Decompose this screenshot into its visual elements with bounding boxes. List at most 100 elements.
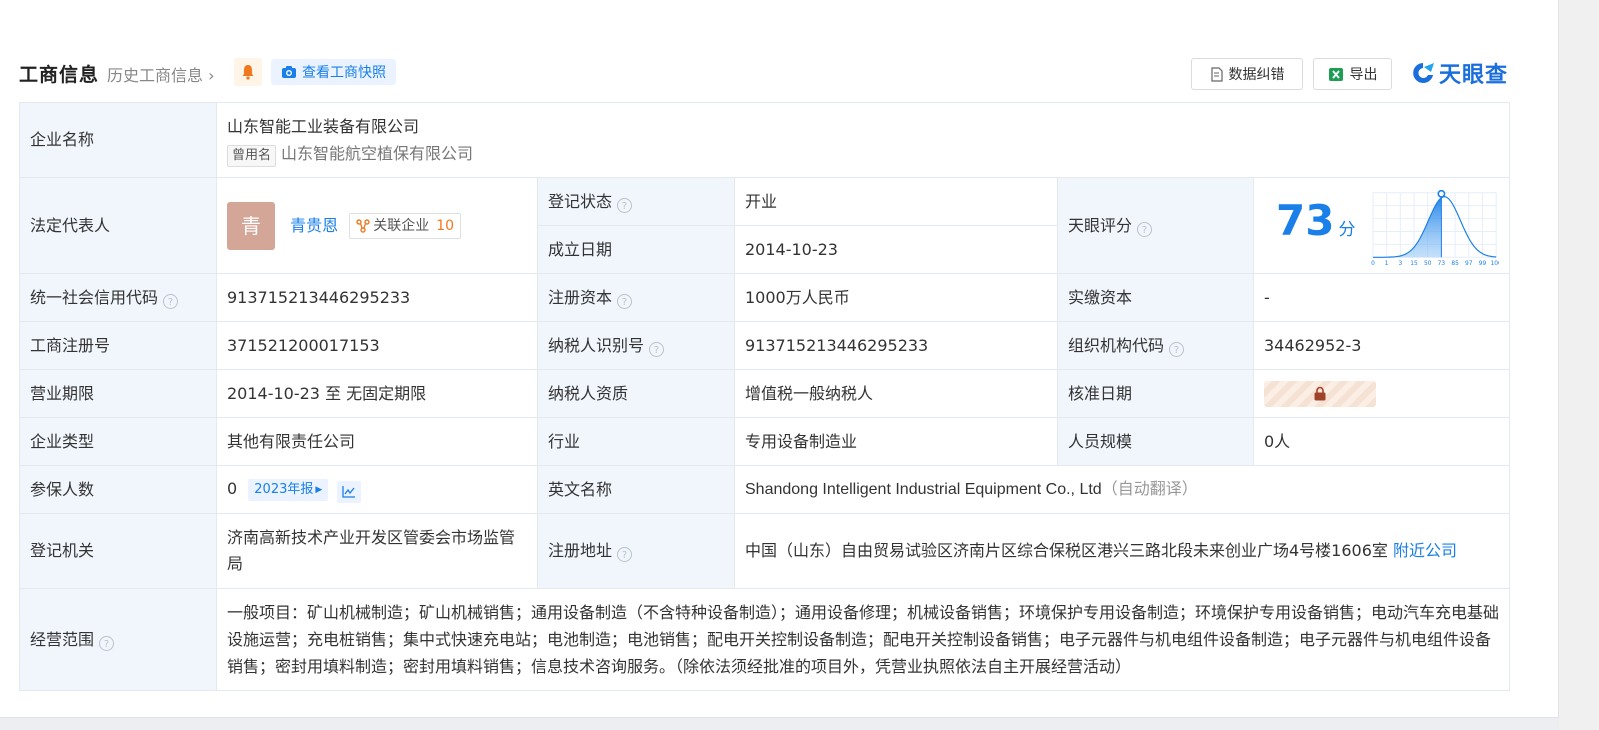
company-name-label: 企业名称: [19, 102, 217, 178]
industry-label: 行业: [537, 417, 735, 466]
chart-tick-label: 3: [1398, 261, 1402, 267]
chart-tick-label: 73: [1438, 261, 1446, 267]
org-code-label-cell: 组织机构代码?: [1057, 321, 1254, 370]
data-correction-label: 数据纠错: [1228, 67, 1285, 83]
reg-capital-label: 注册资本: [548, 287, 613, 307]
document-edit-icon: [1210, 66, 1223, 82]
reg-status-label-cell: 登记状态?: [537, 177, 735, 226]
score-display: 73 分: [1264, 200, 1370, 243]
help-icon[interactable]: ?: [1169, 341, 1185, 357]
address-cell: 中国（山东）自由贸易试验区济南片区综合保税区港兴三路北段未来创业广场4号楼160…: [734, 513, 1510, 589]
scrollbar-track[interactable]: [1558, 0, 1599, 730]
history-link-label: 历史工商信息: [107, 66, 204, 85]
score-cell: 73分 013155073859799100: [1253, 177, 1510, 274]
trend-chart-icon[interactable]: [337, 480, 362, 503]
table-row: 经营范围? 一般项目：矿山机械制造；矿山机械销售；通用设备制造（不含特种设备制造…: [19, 588, 1510, 691]
address-label-cell: 注册地址?: [537, 513, 735, 589]
former-name: 山东智能航空植保有限公司: [281, 143, 474, 163]
help-icon[interactable]: ?: [1137, 221, 1153, 237]
help-icon[interactable]: ?: [163, 293, 179, 309]
insured-cell: 0 2023年报 ▶: [216, 465, 538, 514]
table-row: 参保人数 0 2023年报 ▶ 英文名称 Shandong Intelligent…: [19, 465, 1510, 514]
approval-date-locked[interactable]: [1264, 380, 1376, 407]
table-row: 法定代表人 青 青贵恩 关联企业 10 登记状态? 开业 天眼评分? 73 分 01…: [19, 177, 1510, 274]
chart-marker: [1437, 189, 1446, 198]
address-value: 中国（山东）自由贸易试验区济南片区综合保税区港兴三路北段未来创业广场4号楼160…: [745, 541, 1388, 560]
related-count: 10: [436, 217, 455, 234]
credit-code: 913715213446295233: [216, 273, 538, 322]
tianyancha-logo: 天眼查: [1410, 59, 1508, 88]
help-icon[interactable]: ?: [617, 293, 633, 309]
help-icon[interactable]: ?: [617, 547, 633, 562]
nearby-companies-link[interactable]: 附近公司: [1393, 541, 1457, 560]
approval-date-cell: [1253, 369, 1510, 418]
bell-icon[interactable]: [234, 58, 262, 86]
snapshot-button[interactable]: 查看工商快照: [271, 59, 396, 85]
authority-label: 登记机关: [19, 513, 217, 589]
data-correction-button[interactable]: 数据纠错: [1191, 58, 1303, 90]
type-label: 企业类型: [19, 417, 217, 466]
type-value: 其他有限责任公司: [216, 417, 538, 466]
score-distribution-chart: 0 1 3 15 50 73 85 97 99100: [1371, 189, 1499, 267]
staff-value: 0人: [1253, 417, 1510, 466]
approval-date-label: 核准日期: [1057, 369, 1254, 418]
taxpayer-qual: 增值税一般纳税人: [734, 369, 1058, 418]
authority-value: 济南高新技术产业开发区管委会市场监管局: [216, 513, 538, 589]
english-name: Shandong Intelligent Industrial Equipmen…: [745, 480, 1102, 498]
founded-value: 2014-10-23: [734, 225, 1058, 274]
table-row: 登记机关 济南高新技术产业开发区管委会市场监管局 注册地址? 中国（山东）自由贸…: [19, 513, 1510, 589]
chart-tick-label: 85: [1451, 261, 1459, 267]
export-button[interactable]: 导出: [1313, 58, 1392, 90]
table-row: 统一社会信用代码? 913715213446295233 注册资本? 1000万…: [19, 273, 1510, 322]
table-row: 企业类型 其他有限责任公司 行业 专用设备制造业 人员规模 0人: [19, 417, 1510, 466]
taxpayer-qual-label: 纳税人资质: [537, 369, 735, 418]
company-name-cell: 山东智能工业装备有限公司 曾用名 山东智能航空植保有限公司: [216, 102, 1510, 178]
address-label: 注册地址: [548, 541, 613, 560]
english-note: （自动翻译）: [1101, 480, 1198, 498]
camera-icon: [282, 66, 296, 78]
related-label: 关联企业: [373, 217, 430, 234]
chart-tick-label: 97: [1465, 261, 1473, 267]
section-title: 工商信息: [19, 64, 100, 86]
legal-rep-label: 法定代表人: [19, 177, 217, 274]
table-row: 营业期限 2014-10-23 至 无固定期限 纳税人资质 增值税一般纳税人 核…: [19, 369, 1510, 418]
paid-capital: -: [1253, 273, 1510, 322]
help-icon[interactable]: ?: [99, 635, 115, 651]
logo-mark-icon: [1413, 63, 1434, 83]
history-link[interactable]: 历史工商信息 ›: [107, 62, 215, 86]
avatar[interactable]: 青: [227, 201, 275, 250]
score-unit: 分: [1338, 220, 1356, 240]
org-code-label: 组织机构代码: [1068, 335, 1165, 355]
annual-report-tag[interactable]: 2023年报 ▶: [248, 479, 329, 502]
staff-label: 人员规模: [1057, 417, 1254, 466]
caret-right-icon: ▶: [315, 485, 323, 496]
reg-status: 开业: [734, 177, 1058, 226]
chart-tick-label: 99: [1479, 261, 1487, 267]
bottom-strip: [0, 717, 1559, 730]
insured-label: 参保人数: [19, 465, 217, 514]
term-value: 2014-10-23 至 无固定期限: [216, 369, 538, 418]
credit-code-label-cell: 统一社会信用代码?: [19, 273, 217, 322]
term-label: 营业期限: [19, 369, 217, 418]
business-info-table: 企业名称 山东智能工业装备有限公司 曾用名 山东智能航空植保有限公司 法定代表人 …: [19, 102, 1510, 691]
scope-label-cell: 经营范围?: [19, 588, 217, 691]
biz-reg-no-label: 工商注册号: [19, 321, 217, 370]
score-value: 73: [1276, 196, 1335, 245]
biz-reg-no: 371521200017153: [216, 321, 538, 370]
founded-label: 成立日期: [537, 225, 735, 274]
score-label: 天眼评分: [1068, 215, 1133, 235]
annual-report-label: 2023年报: [254, 482, 314, 498]
help-icon[interactable]: ?: [617, 197, 633, 213]
related-companies-tag[interactable]: 关联企业 10: [349, 212, 462, 239]
legal-rep-name[interactable]: 青贵恩: [290, 216, 338, 235]
help-icon[interactable]: ?: [649, 341, 665, 357]
section-header: 工商信息 历史工商信息 › 查看工商快照 数据纠错 导出 天眼查: [19, 58, 1509, 90]
former-name-tag: 曾用名: [227, 144, 277, 167]
credit-code-label: 统一社会信用代码: [30, 287, 159, 307]
taxpayer-id: 913715213446295233: [734, 321, 1058, 370]
english-name-cell: Shandong Intelligent Industrial Equipmen…: [734, 465, 1510, 514]
scope-label: 经营范围: [30, 629, 95, 649]
english-name-label: 英文名称: [537, 465, 735, 514]
chart-tick-label: 0: [1371, 261, 1375, 267]
reg-capital-label-cell: 注册资本?: [537, 273, 735, 322]
